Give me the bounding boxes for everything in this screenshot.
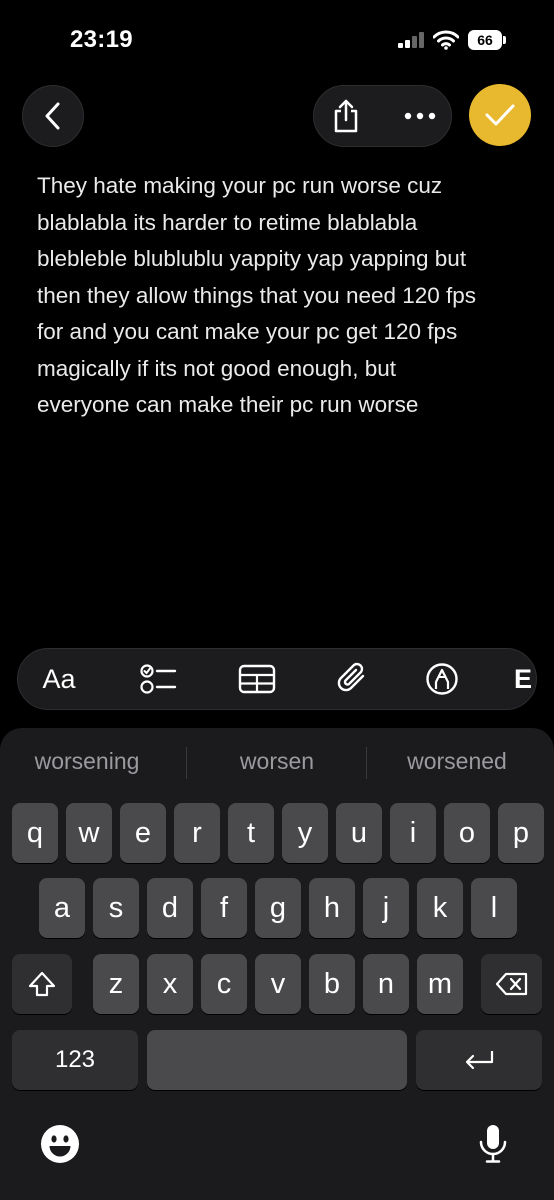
return-key[interactable] — [416, 1030, 542, 1090]
key-c[interactable]: c — [201, 954, 247, 1014]
key-k[interactable]: k — [417, 878, 463, 938]
chevron-left-icon — [45, 102, 60, 130]
backspace-key[interactable] — [481, 954, 542, 1014]
suggestion-1[interactable]: worsening — [0, 748, 177, 775]
key-n[interactable]: n — [363, 954, 409, 1014]
key-u[interactable]: u — [336, 803, 382, 863]
key-e[interactable]: e — [120, 803, 166, 863]
key-w[interactable]: w — [66, 803, 112, 863]
key-m[interactable]: m — [417, 954, 463, 1014]
key-v[interactable]: v — [255, 954, 301, 1014]
share-icon — [334, 99, 358, 133]
backspace-icon — [495, 972, 527, 996]
note-line: then they allow things that you need 120… — [37, 282, 477, 308]
more-tools-icon: E — [514, 663, 533, 694]
key-y[interactable]: y — [282, 803, 328, 863]
battery-nub — [503, 36, 506, 44]
done-button[interactable] — [469, 84, 531, 146]
emoji-icon — [41, 1125, 79, 1163]
key-s[interactable]: s — [93, 878, 139, 938]
key-r[interactable]: r — [174, 803, 220, 863]
key-q[interactable]: q — [12, 803, 58, 863]
key-j[interactable]: j — [363, 878, 409, 938]
key-f[interactable]: f — [201, 878, 247, 938]
note-line: everyone can make their pc run worse — [37, 392, 419, 417]
key-b[interactable]: b — [309, 954, 355, 1014]
attachment-button[interactable] — [322, 649, 384, 709]
shift-icon — [28, 971, 56, 997]
key-h[interactable]: h — [309, 878, 355, 938]
note-line: for and you cant make your pc get 120 fp… — [37, 319, 458, 344]
suggestion-2[interactable]: worsen — [187, 748, 367, 775]
key-g[interactable]: g — [255, 878, 301, 938]
key-a[interactable]: a — [39, 878, 85, 938]
note-text-area[interactable]: They hate making your pc run worse cuz b… — [37, 168, 527, 424]
share-button[interactable] — [314, 86, 378, 146]
key-x[interactable]: x — [147, 954, 193, 1014]
checkmark-icon — [485, 104, 515, 126]
return-icon — [465, 1051, 494, 1070]
dictation-button[interactable] — [472, 1120, 514, 1168]
key-t[interactable]: t — [228, 803, 274, 863]
format-toolbar: Aa E — [17, 648, 537, 710]
table-icon — [238, 664, 276, 694]
note-line: blablabla its harder to retime blablabla — [37, 209, 418, 235]
checklist-icon — [140, 664, 177, 694]
wifi-icon — [433, 30, 459, 50]
emoji-button[interactable] — [38, 1122, 82, 1166]
share-more-group — [313, 85, 452, 147]
shift-key[interactable] — [12, 954, 72, 1014]
space-key[interactable] — [147, 1030, 407, 1090]
note-line: magically if its not good enough, but — [37, 355, 396, 381]
key-i[interactable]: i — [390, 803, 436, 863]
key-o[interactable]: o — [444, 803, 490, 863]
key-l[interactable]: l — [471, 878, 517, 938]
status-time: 23:19 — [70, 26, 133, 53]
ellipsis-icon — [404, 112, 436, 120]
checklist-button[interactable] — [128, 649, 190, 709]
note-line: They hate making your pc run worse cuz — [37, 173, 443, 198]
key-z[interactable]: z — [93, 954, 139, 1014]
numbers-key[interactable]: 123 — [12, 1030, 138, 1090]
markup-pen-icon — [426, 663, 458, 695]
table-button[interactable] — [226, 649, 288, 709]
suggestion-3[interactable]: worsened — [367, 748, 547, 775]
battery-icon: 66 — [468, 30, 502, 50]
key-p[interactable]: p — [498, 803, 544, 863]
text-format-label: Aa — [42, 663, 76, 694]
markup-button[interactable] — [411, 649, 473, 709]
paperclip-icon — [337, 662, 365, 692]
note-line: blebleble blublublu yappity yap yapping … — [37, 246, 467, 271]
text-format-button[interactable]: Aa — [30, 649, 88, 709]
microphone-icon — [479, 1125, 507, 1163]
key-d[interactable]: d — [147, 878, 193, 938]
more-tools-button[interactable]: E — [514, 649, 536, 709]
cellular-signal-icon — [398, 32, 428, 48]
back-button[interactable] — [22, 85, 84, 147]
keyboard: worsening worsen worsened q w e r t y u … — [0, 728, 554, 1200]
more-options-button[interactable] — [389, 86, 451, 146]
